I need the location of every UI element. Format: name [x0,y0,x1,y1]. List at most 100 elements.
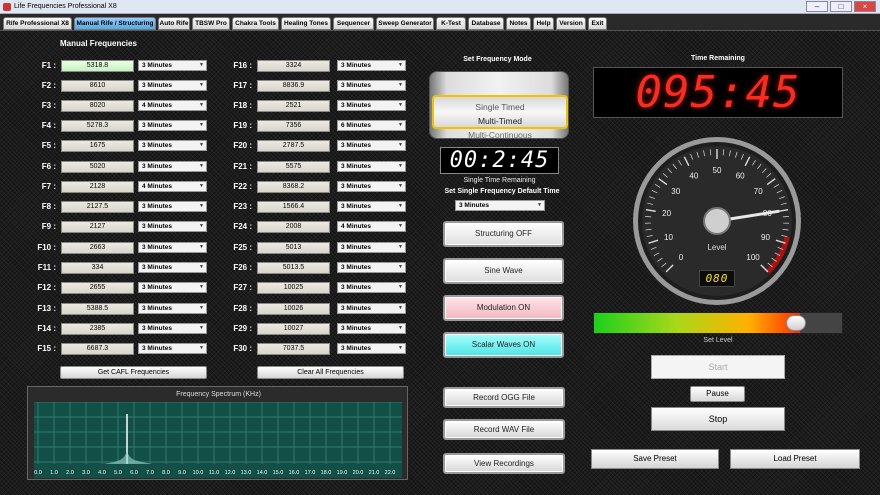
tab-tbsw-pro[interactable]: TBSW Pro [192,17,230,30]
duration-dropdown[interactable]: 3 Minutes ▼ [138,282,207,293]
duration-dropdown[interactable]: 3 Minutes ▼ [337,242,406,253]
frequency-input[interactable]: 2127 [61,221,134,233]
frequency-input[interactable]: 2008 [257,221,330,233]
tab-help[interactable]: Help [533,17,554,30]
tab-database[interactable]: Database [468,17,504,30]
duration-dropdown[interactable]: 3 Minutes ▼ [337,80,406,91]
duration-dropdown[interactable]: 3 Minutes ▼ [337,323,406,334]
frequency-input[interactable]: 10026 [257,303,330,315]
frequency-input[interactable]: 5278.3 [61,120,134,132]
frequency-input[interactable]: 5020 [61,161,134,173]
frequency-input[interactable]: 5013 [257,242,330,254]
duration-dropdown[interactable]: 3 Minutes ▼ [337,201,406,212]
maximize-button[interactable]: □ [830,1,852,12]
duration-dropdown[interactable]: 3 Minutes ▼ [337,161,406,172]
duration-dropdown[interactable]: 3 Minutes ▼ [337,100,406,111]
start-button[interactable]: Start [651,355,785,379]
duration-dropdown[interactable]: 3 Minutes ▼ [138,161,207,172]
record-ogg-button[interactable]: Record OGG File [443,387,565,408]
duration-dropdown[interactable]: 4 Minutes ▼ [138,100,207,111]
duration-value: 3 Minutes [142,345,172,352]
duration-dropdown[interactable]: 3 Minutes ▼ [138,60,207,71]
clear-all-button[interactable]: Clear All Frequencies [257,366,404,379]
default-time-dropdown[interactable]: 3 Minutes ▼ [455,200,545,211]
duration-dropdown[interactable]: 3 Minutes ▼ [337,282,406,293]
sine-wave-button[interactable]: Sine Wave [443,258,564,284]
mode-option-multi-continuous[interactable]: Multi-Continuous [430,130,568,138]
frequency-input[interactable]: 5575 [257,161,330,173]
tab-sweep-generator[interactable]: Sweep Generator [376,17,434,30]
frequency-input[interactable]: 2127.5 [61,201,134,213]
frequency-input[interactable]: 2787.5 [257,140,330,152]
load-preset-button[interactable]: Load Preset [730,449,860,469]
frequency-input[interactable]: 10027 [257,323,330,335]
level-slider-handle[interactable] [785,315,806,331]
frequency-input[interactable]: 1675 [61,140,134,152]
tab-exit[interactable]: Exit [588,17,607,30]
structuring-button[interactable]: Structuring OFF [443,221,564,247]
mode-selector-drum[interactable]: Single Timed Multi-Timed Multi-Continuou… [429,71,569,139]
get-cafl-button[interactable]: Get CAFL Frequencies [60,366,207,379]
frequency-input[interactable]: 7356 [257,120,330,132]
frequency-input[interactable]: 2521 [257,100,330,112]
tab-auto-rife[interactable]: Auto Rife [158,17,190,30]
tab-sequencer[interactable]: Sequencer [333,17,374,30]
duration-dropdown[interactable]: 3 Minutes ▼ [337,140,406,151]
frequency-input[interactable]: 2385 [61,323,134,335]
duration-dropdown[interactable]: 4 Minutes ▼ [337,221,406,232]
frequency-input[interactable]: 8020 [61,100,134,112]
duration-dropdown[interactable]: 3 Minutes ▼ [138,343,207,354]
frequency-input[interactable]: 2655 [61,282,134,294]
frequency-input[interactable]: 2663 [61,242,134,254]
pause-button[interactable]: Pause [690,386,745,402]
duration-dropdown[interactable]: 3 Minutes ▼ [138,201,207,212]
tab-healing-tones[interactable]: Healing Tones [281,17,331,30]
tab-notes[interactable]: Notes [506,17,531,30]
view-recordings-button[interactable]: View Recordings [443,453,565,474]
scalar-waves-button[interactable]: Scalar Waves ON [443,332,564,358]
spectrum-tick: 17.0 [305,470,316,476]
duration-dropdown[interactable]: 6 Minutes ▼ [337,120,406,131]
minimize-button[interactable]: – [806,1,828,12]
frequency-input[interactable]: 5388.5 [61,303,134,315]
tab-version[interactable]: Version [556,17,586,30]
close-button[interactable]: × [854,1,876,12]
mode-option-single[interactable]: Single Timed [430,102,568,112]
frequency-input[interactable]: 5013.5 [257,262,330,274]
tab-chakra-tools[interactable]: Chakra Tools [232,17,279,30]
frequency-input[interactable]: 8368.2 [257,181,330,193]
save-preset-button[interactable]: Save Preset [591,449,719,469]
duration-dropdown[interactable]: 3 Minutes ▼ [337,181,406,192]
frequency-input[interactable]: 6687.3 [61,343,134,355]
duration-dropdown[interactable]: 4 Minutes ▼ [138,181,207,192]
frequency-input[interactable]: 2128 [61,181,134,193]
tab-rife-professional-x8[interactable]: Rife Professional X8 [3,17,72,30]
stop-button[interactable]: Stop [651,407,785,431]
frequency-input[interactable]: 5318.8 [61,60,134,72]
duration-dropdown[interactable]: 3 Minutes ▼ [337,343,406,354]
frequency-input[interactable]: 3324 [257,60,330,72]
tab-k-test[interactable]: K-Test [436,17,466,30]
duration-dropdown[interactable]: 3 Minutes ▼ [138,323,207,334]
duration-dropdown[interactable]: 3 Minutes ▼ [138,140,207,151]
record-wav-button[interactable]: Record WAV File [443,419,565,440]
frequency-input[interactable]: 8836.9 [257,80,330,92]
frequency-input[interactable]: 1566.4 [257,201,330,213]
frequency-input[interactable]: 8610 [61,80,134,92]
duration-dropdown[interactable]: 3 Minutes ▼ [138,262,207,273]
level-slider[interactable] [593,312,843,334]
frequency-input[interactable]: 10025 [257,282,330,294]
frequency-input[interactable]: 334 [61,262,134,274]
mode-option-multi-timed[interactable]: Multi-Timed [430,116,568,126]
modulation-button[interactable]: Modulation ON [443,295,564,321]
duration-dropdown[interactable]: 3 Minutes ▼ [138,80,207,91]
duration-dropdown[interactable]: 3 Minutes ▼ [337,262,406,273]
duration-dropdown[interactable]: 3 Minutes ▼ [138,221,207,232]
duration-dropdown[interactable]: 3 Minutes ▼ [138,120,207,131]
tab-manual-rife-structuring[interactable]: Manual Rife / Structuring [74,17,156,30]
frequency-input[interactable]: 7037.5 [257,343,330,355]
duration-dropdown[interactable]: 3 Minutes ▼ [138,242,207,253]
duration-dropdown[interactable]: 3 Minutes ▼ [337,60,406,71]
duration-dropdown[interactable]: 3 Minutes ▼ [138,303,207,314]
duration-dropdown[interactable]: 3 Minutes ▼ [337,303,406,314]
